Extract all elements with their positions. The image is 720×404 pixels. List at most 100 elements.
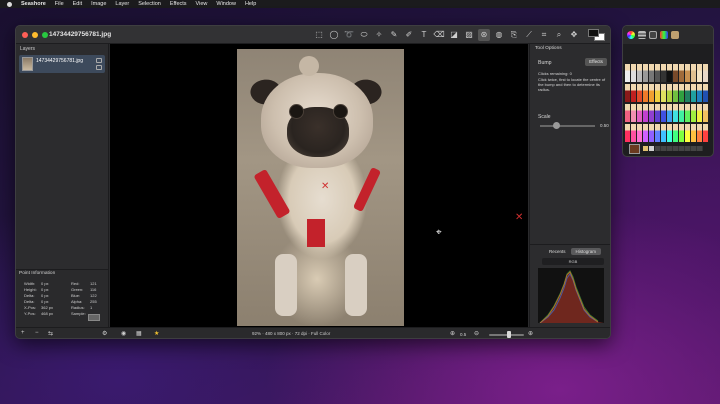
pencil[interactable] bbox=[655, 84, 660, 102]
pencil[interactable] bbox=[703, 104, 708, 122]
lasso-icon[interactable]: ➰ bbox=[343, 29, 355, 41]
pencil[interactable] bbox=[667, 84, 672, 102]
eye-icon[interactable]: ◉ bbox=[121, 330, 126, 337]
menu-help[interactable]: Help bbox=[245, 1, 256, 7]
move-icon[interactable]: ✥ bbox=[568, 29, 580, 41]
tab-histogram[interactable]: Histogram bbox=[570, 248, 602, 255]
pencil[interactable] bbox=[703, 124, 708, 142]
bucket-icon[interactable]: ◪ bbox=[448, 29, 460, 41]
layer-visibility-icon[interactable] bbox=[96, 58, 102, 63]
pencil[interactable] bbox=[661, 124, 666, 142]
pencil[interactable] bbox=[643, 64, 648, 82]
menu-image[interactable]: Image bbox=[91, 1, 106, 7]
effects-button[interactable]: Effects bbox=[585, 58, 607, 66]
current-color-swatch[interactable] bbox=[629, 144, 640, 154]
image-palette-icon[interactable] bbox=[660, 31, 668, 39]
pencil[interactable] bbox=[673, 104, 678, 122]
menu-effects[interactable]: Effects bbox=[170, 1, 187, 7]
layer-link-icon[interactable] bbox=[96, 65, 102, 70]
zoom-out-icon[interactable]: ⊖ bbox=[474, 330, 479, 337]
pencil[interactable] bbox=[691, 64, 696, 82]
pencil[interactable] bbox=[697, 84, 702, 102]
pencil[interactable] bbox=[637, 104, 642, 122]
apple-icon[interactable] bbox=[7, 1, 12, 7]
menu-layer[interactable]: Layer bbox=[115, 1, 129, 7]
layer-row[interactable]: 14734429756781.jpg bbox=[19, 55, 105, 73]
pencil[interactable] bbox=[691, 84, 696, 102]
pencil[interactable] bbox=[649, 124, 654, 142]
tab-recents[interactable]: Recents bbox=[544, 248, 571, 255]
menu-view[interactable]: View bbox=[196, 1, 208, 7]
clone-icon[interactable]: ⎘ bbox=[508, 29, 520, 41]
scale-slider-knob[interactable] bbox=[553, 122, 560, 129]
pencil[interactable] bbox=[637, 64, 642, 82]
document-image[interactable]: ✕ bbox=[237, 49, 404, 326]
recent-color-swatch[interactable] bbox=[649, 146, 654, 151]
channels-icon[interactable]: ▦ bbox=[136, 330, 142, 337]
recent-colors-strip[interactable] bbox=[655, 146, 703, 151]
eyedropper-icon[interactable]: ⟋ bbox=[523, 29, 535, 41]
pencil[interactable] bbox=[685, 64, 690, 82]
pencil[interactable] bbox=[625, 124, 630, 142]
pencil[interactable] bbox=[661, 84, 666, 102]
pencil[interactable] bbox=[679, 64, 684, 82]
pencils-icon[interactable] bbox=[671, 31, 679, 39]
pencil[interactable] bbox=[697, 64, 702, 82]
pencil[interactable] bbox=[649, 64, 654, 82]
pencil[interactable] bbox=[631, 104, 636, 122]
settings-icon[interactable]: ⚙ bbox=[102, 330, 107, 337]
menu-app-name[interactable]: Seashore bbox=[21, 1, 46, 7]
pencil[interactable] bbox=[643, 104, 648, 122]
pencil[interactable] bbox=[637, 84, 642, 102]
pencil[interactable] bbox=[673, 124, 678, 142]
menu-edit[interactable]: Edit bbox=[73, 1, 82, 7]
add-layer-button[interactable]: + bbox=[21, 330, 25, 336]
menu-file[interactable]: File bbox=[55, 1, 64, 7]
pencil[interactable] bbox=[685, 104, 690, 122]
pencil[interactable] bbox=[661, 104, 666, 122]
star-icon[interactable]: ★ bbox=[154, 330, 159, 337]
brush-icon[interactable]: ✐ bbox=[403, 29, 415, 41]
palettes-icon[interactable] bbox=[649, 31, 657, 39]
pencil[interactable] bbox=[643, 124, 648, 142]
pencil[interactable] bbox=[655, 104, 660, 122]
delete-layer-button[interactable]: − bbox=[35, 330, 39, 336]
pencil[interactable] bbox=[649, 104, 654, 122]
pencil[interactable] bbox=[643, 84, 648, 102]
polygon-lasso-icon[interactable]: ⬭ bbox=[358, 29, 370, 41]
pencil[interactable] bbox=[667, 104, 672, 122]
pencil[interactable] bbox=[649, 84, 654, 102]
pencil[interactable] bbox=[637, 124, 642, 142]
pencil-icon[interactable]: ✎ bbox=[388, 29, 400, 41]
scale-slider-track[interactable] bbox=[540, 125, 595, 127]
menu-window[interactable]: Window bbox=[216, 1, 236, 7]
pencil[interactable] bbox=[655, 64, 660, 82]
smudge-icon[interactable]: ◍ bbox=[493, 29, 505, 41]
color-wheel-icon[interactable] bbox=[627, 31, 635, 39]
ellipse-select-icon[interactable]: ◯ bbox=[328, 29, 340, 41]
minimize-window-button[interactable] bbox=[32, 32, 38, 38]
close-window-button[interactable] bbox=[22, 32, 28, 38]
recent-color-swatch[interactable] bbox=[643, 146, 648, 151]
pencil[interactable] bbox=[655, 124, 660, 142]
zoom-in-icon[interactable]: ⊕ bbox=[528, 330, 533, 337]
pencil[interactable] bbox=[703, 64, 708, 82]
pencil[interactable] bbox=[673, 84, 678, 102]
pencil[interactable] bbox=[625, 84, 630, 102]
zoom-icon[interactable]: ⌕ bbox=[553, 29, 565, 41]
pencil[interactable] bbox=[625, 104, 630, 122]
pencil[interactable] bbox=[679, 124, 684, 142]
magic-wand-icon[interactable]: ✧ bbox=[373, 29, 385, 41]
pencil[interactable] bbox=[625, 64, 630, 82]
pencil[interactable] bbox=[679, 84, 684, 102]
pencil[interactable] bbox=[661, 64, 666, 82]
swap-layer-button[interactable]: ⇆ bbox=[48, 330, 53, 337]
pencil[interactable] bbox=[691, 124, 696, 142]
pencil[interactable] bbox=[631, 64, 636, 82]
eraser-icon[interactable]: ⌫ bbox=[433, 29, 445, 41]
pencil[interactable] bbox=[691, 104, 696, 122]
gradient-icon[interactable]: ▨ bbox=[463, 29, 475, 41]
pencil[interactable] bbox=[703, 84, 708, 102]
sliders-icon[interactable] bbox=[638, 31, 646, 39]
pencil[interactable] bbox=[685, 124, 690, 142]
